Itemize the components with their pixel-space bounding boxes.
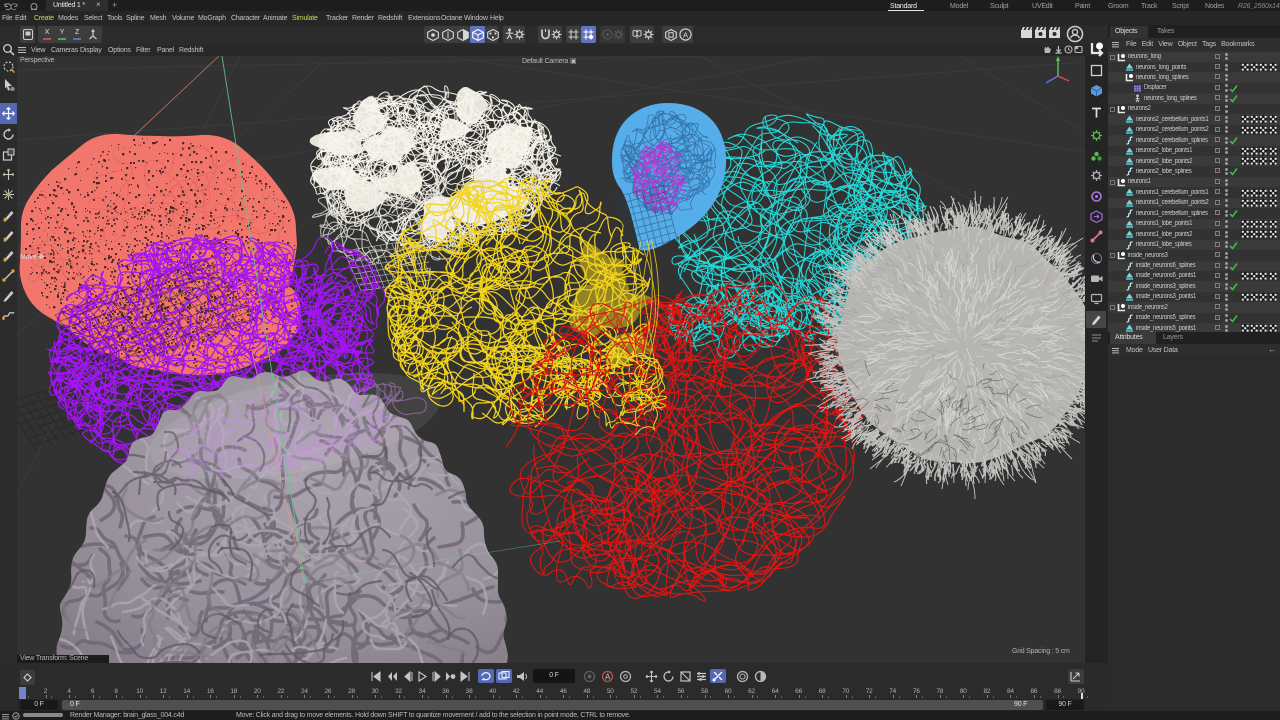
svg-text:A: A	[605, 673, 611, 682]
svg-text:A: A	[683, 31, 688, 40]
